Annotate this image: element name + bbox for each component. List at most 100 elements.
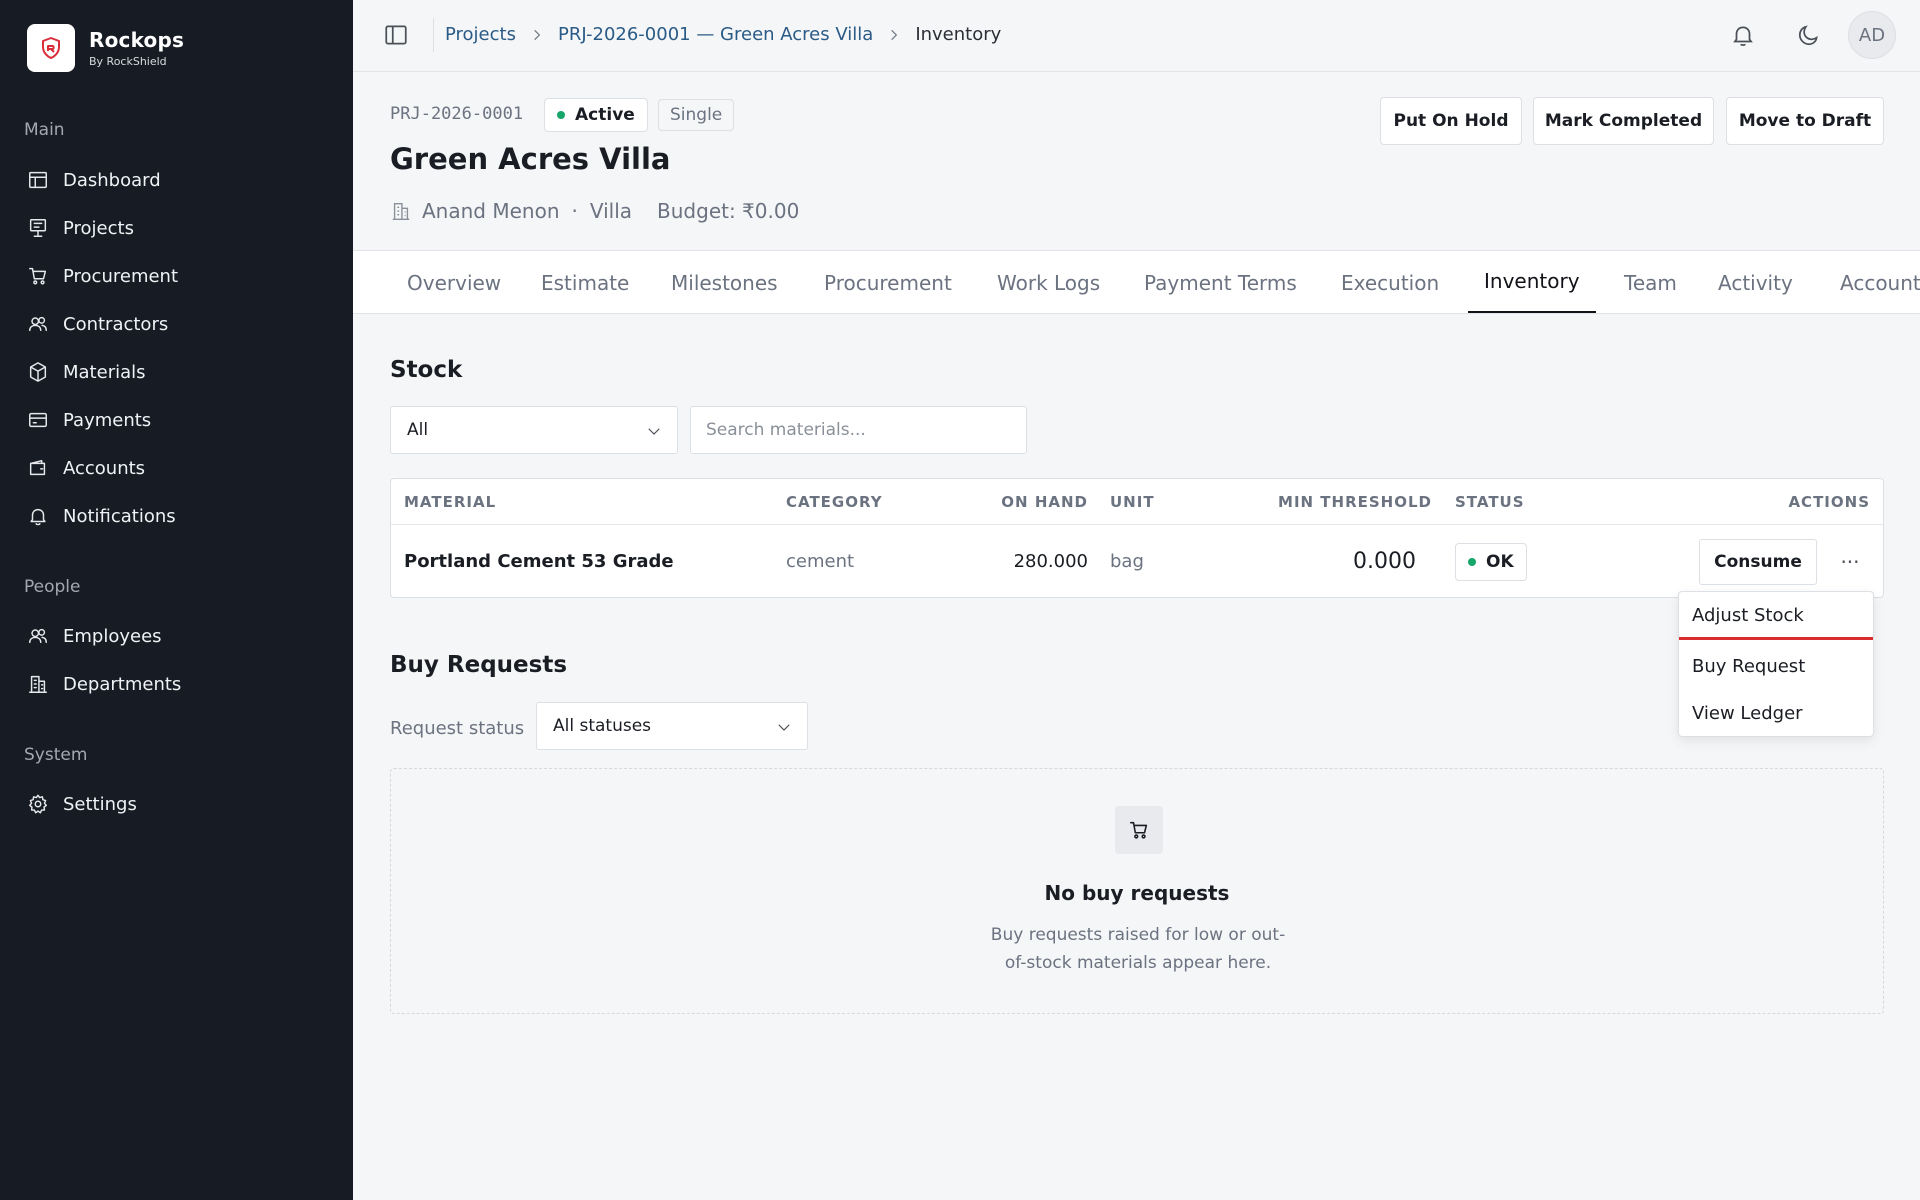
project-budget: Budget: ₹0.00 xyxy=(657,199,800,223)
cell-min-threshold: 0.000 xyxy=(1353,549,1416,574)
avatar[interactable]: AD xyxy=(1848,11,1896,59)
tab-activity[interactable]: Activity xyxy=(1718,251,1793,313)
page-title: Green Acres Villa xyxy=(390,142,671,176)
stock-table: MATERIAL CATEGORY ON HAND UNIT MIN THRES… xyxy=(390,478,1884,598)
sidebar-item-label: Procurement xyxy=(63,265,179,287)
status-badge: OK xyxy=(1455,543,1527,581)
menu-item-adjust-stock[interactable]: Adjust Stock xyxy=(1679,594,1873,640)
stock-section-title: Stock xyxy=(390,357,463,383)
status-badge-label: OK xyxy=(1486,552,1514,572)
breadcrumb-project[interactable]: PRJ-2026-0001 — Green Acres Villa xyxy=(558,24,873,45)
column-header-unit: UNIT xyxy=(1110,493,1155,511)
search-input[interactable] xyxy=(690,406,1027,454)
consume-button[interactable]: Consume xyxy=(1699,539,1817,585)
chevron-down-icon xyxy=(648,428,660,435)
projects-icon xyxy=(29,219,47,237)
chevron-right-icon xyxy=(534,29,541,40)
brand[interactable]: Rockops By RockShield xyxy=(27,24,184,72)
status-dot-icon xyxy=(557,111,565,119)
sidebar-item-label: Notifications xyxy=(63,505,176,527)
sidebar-item-label: Contractors xyxy=(63,313,169,335)
column-header-material: MATERIAL xyxy=(404,493,497,511)
card-icon xyxy=(29,412,47,428)
brand-name: Rockops xyxy=(89,28,185,52)
sidebar-item-payments[interactable]: Payments xyxy=(27,403,327,437)
more-actions-icon[interactable]: ··· xyxy=(1833,545,1867,579)
sidebar-item-label: Materials xyxy=(63,361,146,383)
sidebar-item-dashboard[interactable]: Dashboard xyxy=(27,163,327,197)
topbar: Projects PRJ-2026-0001 — Green Acres Vil… xyxy=(353,0,1920,72)
sidebar-item-label: Projects xyxy=(63,217,134,239)
dashboard-icon xyxy=(29,171,47,189)
project-type-badge: Single xyxy=(658,99,735,131)
column-header-min-threshold: MIN THRESHOLD xyxy=(1278,493,1432,511)
tab-accounts[interactable]: Accounts xyxy=(1840,251,1920,313)
tab-estimate[interactable]: Estimate xyxy=(541,251,629,313)
status-badge: Active xyxy=(544,98,648,132)
cell-unit: bag xyxy=(1110,551,1144,572)
sidebar-item-label: Employees xyxy=(63,625,162,647)
breadcrumb-current: Inventory xyxy=(915,24,1002,45)
sidebar-item-accounts[interactable]: Accounts xyxy=(27,451,327,485)
project-tabs: Overview Estimate Milestones Procurement… xyxy=(353,250,1920,314)
sidebar-item-settings[interactable]: Settings xyxy=(27,787,327,821)
wallet-icon xyxy=(29,459,46,476)
project-code: PRJ-2026-0001 xyxy=(390,104,524,124)
brand-subtitle: By RockShield xyxy=(89,55,167,68)
tab-procurement[interactable]: Procurement xyxy=(824,251,952,313)
menu-item-view-ledger[interactable]: View Ledger xyxy=(1679,690,1873,736)
put-on-hold-button[interactable]: Put On Hold xyxy=(1380,97,1522,145)
empty-state-description: Buy requests raised for low or out-of-st… xyxy=(990,925,1286,973)
tab-team[interactable]: Team xyxy=(1624,251,1677,313)
sidebar: Rockops By RockShield Main Dashboard Pro… xyxy=(0,0,353,1200)
project-client: Anand Menon xyxy=(422,199,560,223)
request-status-select[interactable]: All statuses xyxy=(536,702,808,750)
chevron-right-icon xyxy=(891,29,898,40)
sidebar-item-notifications[interactable]: Notifications xyxy=(27,499,327,533)
row-actions-menu: Adjust Stock Buy Request View Ledger xyxy=(1678,591,1874,737)
empty-state-title: No buy requests xyxy=(1044,881,1230,905)
cell-category: cement xyxy=(786,551,855,572)
building-icon xyxy=(392,202,410,220)
sidebar-toggle-icon[interactable] xyxy=(383,22,409,48)
chevron-down-icon xyxy=(778,724,790,731)
sidebar-item-contractors[interactable]: Contractors xyxy=(27,307,327,341)
building-icon xyxy=(29,675,47,693)
sidebar-item-employees[interactable]: Employees xyxy=(27,619,327,653)
column-header-actions: ACTIONS xyxy=(1788,493,1870,511)
buy-requests-empty-state: No buy requests Buy requests raised for … xyxy=(390,768,1884,1014)
column-header-category: CATEGORY xyxy=(786,493,883,511)
tab-inventory[interactable]: Inventory xyxy=(1468,251,1596,313)
sidebar-item-projects[interactable]: Projects xyxy=(27,211,327,245)
tab-payment-terms[interactable]: Payment Terms xyxy=(1144,251,1297,313)
tab-work-logs[interactable]: Work Logs xyxy=(997,251,1100,313)
meta-separator: · xyxy=(571,199,578,223)
rockshield-logo-icon xyxy=(27,24,75,72)
breadcrumb: Projects PRJ-2026-0001 — Green Acres Vil… xyxy=(445,24,1001,45)
column-header-status: STATUS xyxy=(1455,493,1525,511)
sidebar-item-procurement[interactable]: Procurement xyxy=(27,259,327,293)
request-status-label: Request status xyxy=(390,718,525,739)
menu-item-buy-request[interactable]: Buy Request xyxy=(1679,643,1873,689)
tab-milestones[interactable]: Milestones xyxy=(671,251,778,313)
move-to-draft-button[interactable]: Move to Draft xyxy=(1726,97,1884,145)
sidebar-item-departments[interactable]: Departments xyxy=(27,667,327,701)
mark-completed-button[interactable]: Mark Completed xyxy=(1533,97,1714,145)
sidebar-item-label: Accounts xyxy=(63,457,146,479)
tab-overview[interactable]: Overview xyxy=(407,251,501,313)
sidebar-item-label: Dashboard xyxy=(63,169,161,191)
request-status-select-value: All statuses xyxy=(553,716,652,736)
moon-icon[interactable] xyxy=(1796,22,1822,48)
tab-execution[interactable]: Execution xyxy=(1341,251,1439,313)
column-header-on-hand: ON HAND xyxy=(1001,493,1088,511)
sidebar-item-materials[interactable]: Materials xyxy=(27,355,327,389)
bell-icon xyxy=(30,508,46,526)
sidebar-item-label: Departments xyxy=(63,673,182,695)
breadcrumb-projects[interactable]: Projects xyxy=(445,24,516,45)
users-icon xyxy=(29,628,47,644)
gear-icon xyxy=(29,794,47,814)
stock-category-select[interactable]: All xyxy=(390,406,678,454)
sidebar-item-label: Settings xyxy=(63,793,137,815)
cell-on-hand: 280.000 xyxy=(1013,551,1088,572)
bell-icon[interactable] xyxy=(1730,22,1756,48)
